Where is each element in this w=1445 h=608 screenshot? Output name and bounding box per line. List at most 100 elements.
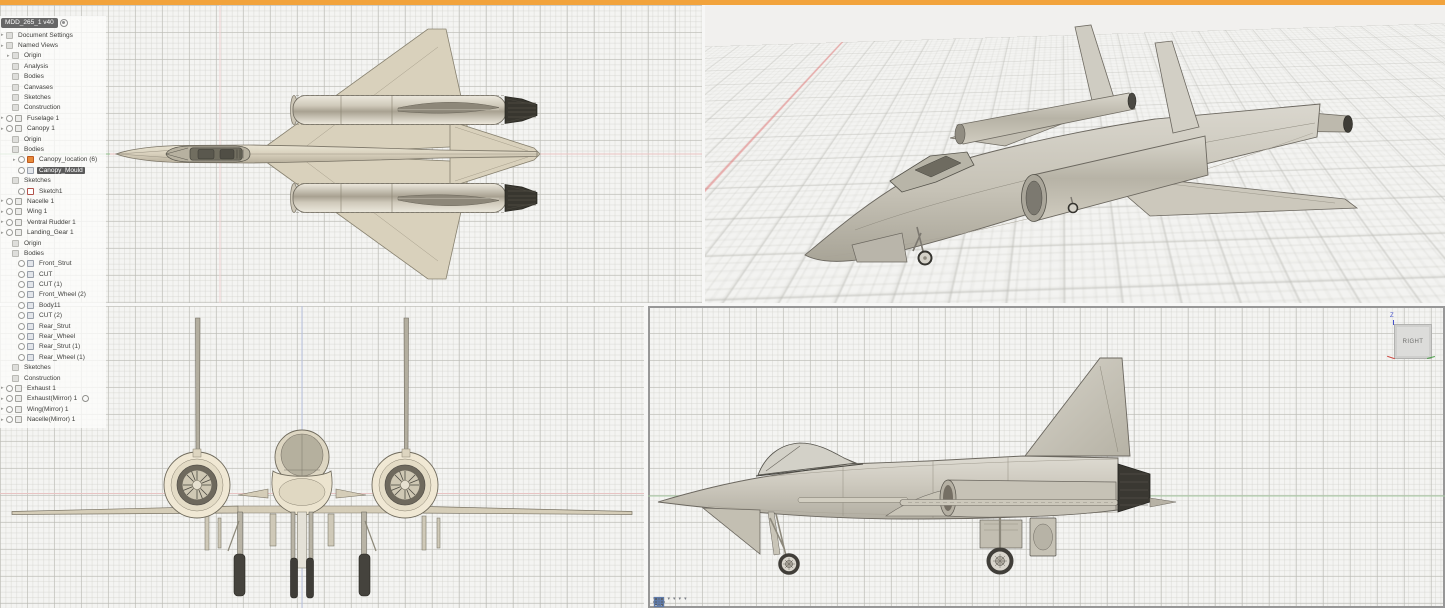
browser-row-label: Ventral Rudder 1 <box>25 219 78 226</box>
browser-row-sketches[interactable]: Sketches <box>0 175 106 185</box>
browser-row-rear-strut[interactable]: Rear_Strut <box>0 321 106 331</box>
component-icon <box>15 125 22 132</box>
browser-row-label: Nacelle 1 <box>25 198 56 205</box>
visibility-eye-icon[interactable] <box>6 229 13 236</box>
browser-row-label: Rear_Wheel (1) <box>37 354 87 361</box>
visibility-eye-icon[interactable] <box>18 302 25 309</box>
browser-row-origin[interactable]: ▸Origin <box>0 51 106 61</box>
browser-row-cut-2[interactable]: CUT (2) <box>0 311 106 321</box>
browser-row-cut[interactable]: CUT <box>0 269 106 279</box>
browser-row-rear-wheel[interactable]: Rear_Wheel <box>0 331 106 341</box>
browser-row-construction[interactable]: Construction <box>0 103 106 113</box>
visibility-eye-icon[interactable] <box>6 395 13 402</box>
visibility-eye-icon[interactable] <box>18 323 25 330</box>
folder-icon <box>12 146 19 153</box>
browser-row-label: Canvases <box>22 84 55 91</box>
browser-row-body11[interactable]: Body11 <box>0 300 106 310</box>
browser-row-bodies[interactable]: Bodies <box>0 72 106 82</box>
visibility-eye-icon[interactable] <box>6 416 13 423</box>
component-icon <box>15 198 22 205</box>
visibility-eye-icon[interactable] <box>18 291 25 298</box>
visibility-eye-icon[interactable] <box>6 208 13 215</box>
browser-row-ventral-rudder-1[interactable]: ▸Ventral Rudder 1 <box>0 217 106 227</box>
document-visibility-icon[interactable] <box>60 19 68 27</box>
visibility-eye-icon[interactable] <box>18 343 25 350</box>
visibility-eye-icon[interactable] <box>18 271 25 278</box>
browser-row-front-strut[interactable]: Front_Strut <box>0 259 106 269</box>
browser-row-document-settings[interactable]: ▸Document Settings <box>0 30 106 40</box>
browser-row-label: Exhaust(Mirror) 1 <box>25 395 79 402</box>
browser-row-landing-gear-1[interactable]: ▸Landing_Gear 1 <box>0 227 106 237</box>
dropdown-caret-icon[interactable]: ▾ <box>673 596 676 602</box>
display-settings-button[interactable]: ▾ <box>673 596 676 602</box>
folder-icon <box>12 63 19 70</box>
browser-row-canopy-location-6[interactable]: ▸Canopy_location (6) <box>0 155 106 165</box>
component-icon <box>15 406 22 413</box>
browser-row-fuselage-1[interactable]: ▸Fuselage 1 <box>0 113 106 123</box>
browser-row-front-wheel-2[interactable]: Front_Wheel (2) <box>0 290 106 300</box>
browser-row-origin[interactable]: Origin <box>0 134 106 144</box>
browser-row-wing-mirror-1[interactable]: ▸Wing(Mirror) 1 <box>0 404 106 414</box>
browser-row-rear-wheel-1[interactable]: Rear_Wheel (1) <box>0 352 106 362</box>
viewport-perspective-view[interactable] <box>705 5 1445 303</box>
browser-row-label: Rear_Strut (1) <box>37 343 82 350</box>
visibility-eye-icon[interactable] <box>6 115 13 122</box>
browser-row-exhaust-1[interactable]: ▸Exhaust 1 <box>0 383 106 393</box>
browser-row-label: Origin <box>22 136 43 143</box>
perspective-drawing <box>705 5 1445 303</box>
dropdown-caret-icon[interactable]: ▾ <box>679 596 682 602</box>
browser-row-cut-1[interactable]: CUT (1) <box>0 279 106 289</box>
browser-row-sketches[interactable]: Sketches <box>0 92 106 102</box>
browser-row-label: Origin <box>22 240 43 247</box>
browser-row-sketch1[interactable]: Sketch1 <box>0 186 106 196</box>
browser-row-nacelle-1[interactable]: ▸Nacelle 1 <box>0 196 106 206</box>
body-icon <box>27 333 34 340</box>
viewports-button[interactable]: ▾ <box>684 596 687 602</box>
document-root-node[interactable]: MDD_265_1 v40 <box>1 18 58 28</box>
visibility-eye-icon[interactable] <box>18 312 25 319</box>
visibility-eye-icon[interactable] <box>6 406 13 413</box>
visibility-eye-icon[interactable] <box>18 156 25 163</box>
browser-row-canopy-1[interactable]: ▸Canopy 1 <box>0 124 106 134</box>
visibility-eye-icon[interactable] <box>18 260 25 267</box>
browser-row-canvases[interactable]: Canvases <box>0 82 106 92</box>
browser-row-canopy-mould[interactable]: Canopy_Mould <box>0 165 106 175</box>
visibility-eye-icon[interactable] <box>6 385 13 392</box>
viewcube-z-axis-label: Z <box>1390 313 1394 319</box>
folder-icon <box>12 240 19 247</box>
visibility-eye-icon[interactable] <box>18 333 25 340</box>
visibility-eye-icon[interactable] <box>6 198 13 205</box>
browser-row-exhaust-mirror-1[interactable]: ▸Exhaust(Mirror) 1 <box>0 394 106 404</box>
browser-row-bodies[interactable]: Bodies <box>0 144 106 154</box>
visibility-eye-icon[interactable] <box>18 354 25 361</box>
browser-row-wing-1[interactable]: ▸Wing 1 <box>0 207 106 217</box>
component-icon <box>15 416 22 423</box>
viewport-right-view[interactable]: Z RIGHT ▾▾▾▾▾ <box>648 306 1445 608</box>
dropdown-caret-icon[interactable]: ▾ <box>684 596 687 602</box>
browser-row-rear-strut-1[interactable]: Rear_Strut (1) <box>0 342 106 352</box>
browser-row-label: CUT (2) <box>37 312 64 319</box>
zoom-fit-button[interactable]: ▾ <box>668 596 671 602</box>
browser-row-construction[interactable]: Construction <box>0 373 106 383</box>
viewcube-face-right[interactable]: RIGHT <box>1394 324 1432 359</box>
selection-circle-icon[interactable] <box>82 395 89 402</box>
browser-row-label: Sketches <box>22 177 53 184</box>
visibility-eye-icon[interactable] <box>18 167 25 174</box>
visibility-eye-icon[interactable] <box>6 125 13 132</box>
component-icon <box>15 229 22 236</box>
visibility-eye-icon[interactable] <box>18 188 25 195</box>
browser-row-bodies[interactable]: Bodies <box>0 248 106 258</box>
grid-snaps-button[interactable]: ▾ <box>679 596 682 602</box>
browser-row-label: Analysis <box>22 63 50 70</box>
browser-row-nacelle-mirror-1[interactable]: ▸Nacelle(Mirror) 1 <box>0 414 106 424</box>
browser-row-origin[interactable]: Origin <box>0 238 106 248</box>
browser-row-analysis[interactable]: Analysis <box>0 61 106 71</box>
browser-row-sketches[interactable]: Sketches <box>0 363 106 373</box>
browser-row-named-views[interactable]: ▸Named Views <box>0 40 106 50</box>
visibility-eye-icon[interactable] <box>6 219 13 226</box>
dropdown-caret-icon[interactable]: ▾ <box>668 596 671 602</box>
body-icon <box>27 343 34 350</box>
browser-row-label: Body11 <box>37 302 63 309</box>
view-cube[interactable]: Z RIGHT <box>1387 316 1433 360</box>
visibility-eye-icon[interactable] <box>18 281 25 288</box>
